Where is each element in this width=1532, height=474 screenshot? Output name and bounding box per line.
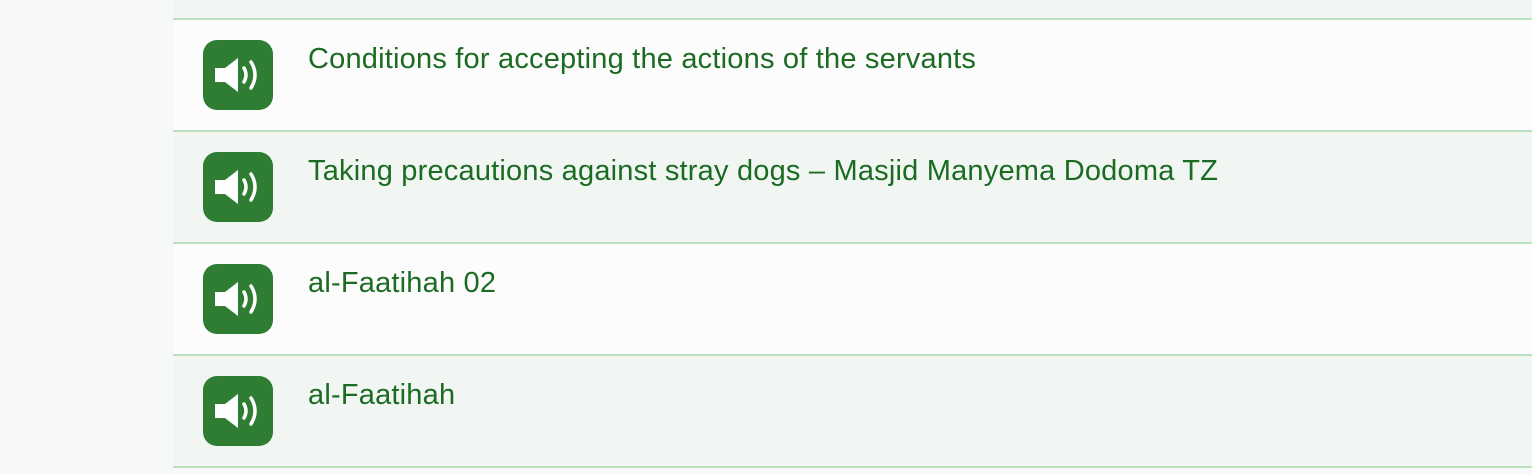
audio-play-button[interactable]: [203, 40, 273, 110]
list-item[interactable]: Taking precautions against stray dogs – …: [173, 132, 1532, 244]
speaker-icon: [211, 167, 265, 207]
audio-play-button[interactable]: [203, 264, 273, 334]
audio-list: Conditions for accepting the actions of …: [173, 0, 1532, 474]
speaker-icon: [211, 279, 265, 319]
list-item[interactable]: al-Faatihah 02: [173, 244, 1532, 356]
page: Conditions for accepting the actions of …: [0, 0, 1532, 474]
audio-play-button[interactable]: [203, 152, 273, 222]
previous-row-edge: [173, 0, 1532, 20]
list-item[interactable]: al-Faatihah: [173, 356, 1532, 468]
audio-title[interactable]: al-Faatihah: [308, 378, 455, 412]
audio-title[interactable]: Conditions for accepting the actions of …: [308, 42, 976, 76]
speaker-icon: [211, 391, 265, 431]
audio-play-button[interactable]: [203, 376, 273, 446]
left-gutter: [0, 0, 173, 474]
audio-title[interactable]: al-Faatihah 02: [308, 266, 496, 300]
speaker-icon: [211, 55, 265, 95]
list-item[interactable]: Conditions for accepting the actions of …: [173, 20, 1532, 132]
audio-title[interactable]: Taking precautions against stray dogs – …: [308, 154, 1218, 188]
